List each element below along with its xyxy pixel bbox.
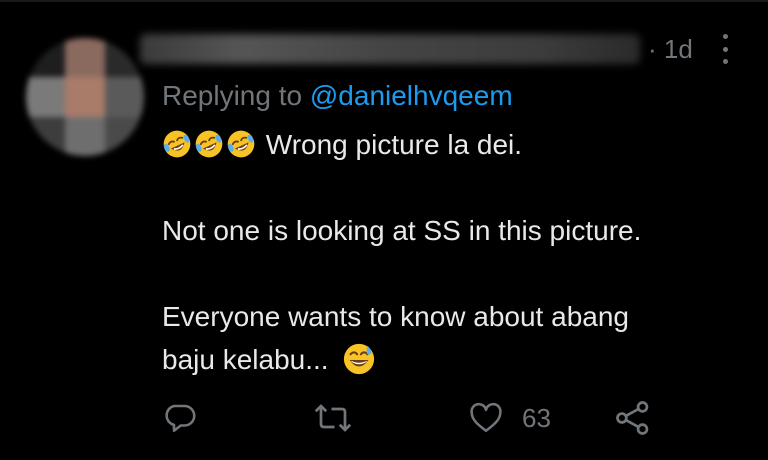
reply-icon	[165, 404, 196, 433]
top-divider	[0, 0, 768, 2]
author-name-redacted[interactable]	[140, 34, 640, 64]
tweet-text-line-1: Wrong picture la dei.	[162, 128, 522, 162]
replying-to-handle[interactable]: @danielhvqeem	[310, 80, 513, 111]
tweet-text-line-4: baju kelabu...	[162, 342, 378, 377]
reply-button[interactable]	[162, 396, 198, 440]
avatar[interactable]	[26, 38, 144, 156]
tweet-action-bar: 63	[0, 396, 768, 440]
retweet-button[interactable]	[313, 396, 353, 440]
share-button[interactable]	[614, 396, 652, 440]
sweat-smile-emoji-icon	[344, 343, 375, 375]
rolling-laughing-emoji-icon	[163, 130, 191, 158]
tweet-text: Wrong picture la dei.	[265, 129, 523, 160]
share-icon	[616, 401, 649, 435]
like-button[interactable]: 63	[468, 396, 551, 440]
tweet-text-line-3: Everyone wants to know about abang	[162, 301, 629, 332]
retweet-icon	[314, 404, 352, 432]
heart-icon	[470, 402, 502, 433]
tweet-text-line-2: Not one is looking at SS in this picture…	[162, 215, 642, 246]
replying-to-line: Replying to @danielhvqeem	[162, 80, 513, 112]
rolling-laughing-emoji-icon	[195, 130, 223, 158]
tweet-text: baju kelabu...	[162, 344, 329, 375]
like-count: 63	[522, 402, 551, 433]
tweet-timestamp[interactable]: · 1d	[648, 34, 693, 65]
rolling-laughing-emoji-icon	[227, 130, 255, 158]
replying-to-label: Replying to	[162, 80, 310, 111]
more-options-icon[interactable]	[718, 34, 732, 64]
